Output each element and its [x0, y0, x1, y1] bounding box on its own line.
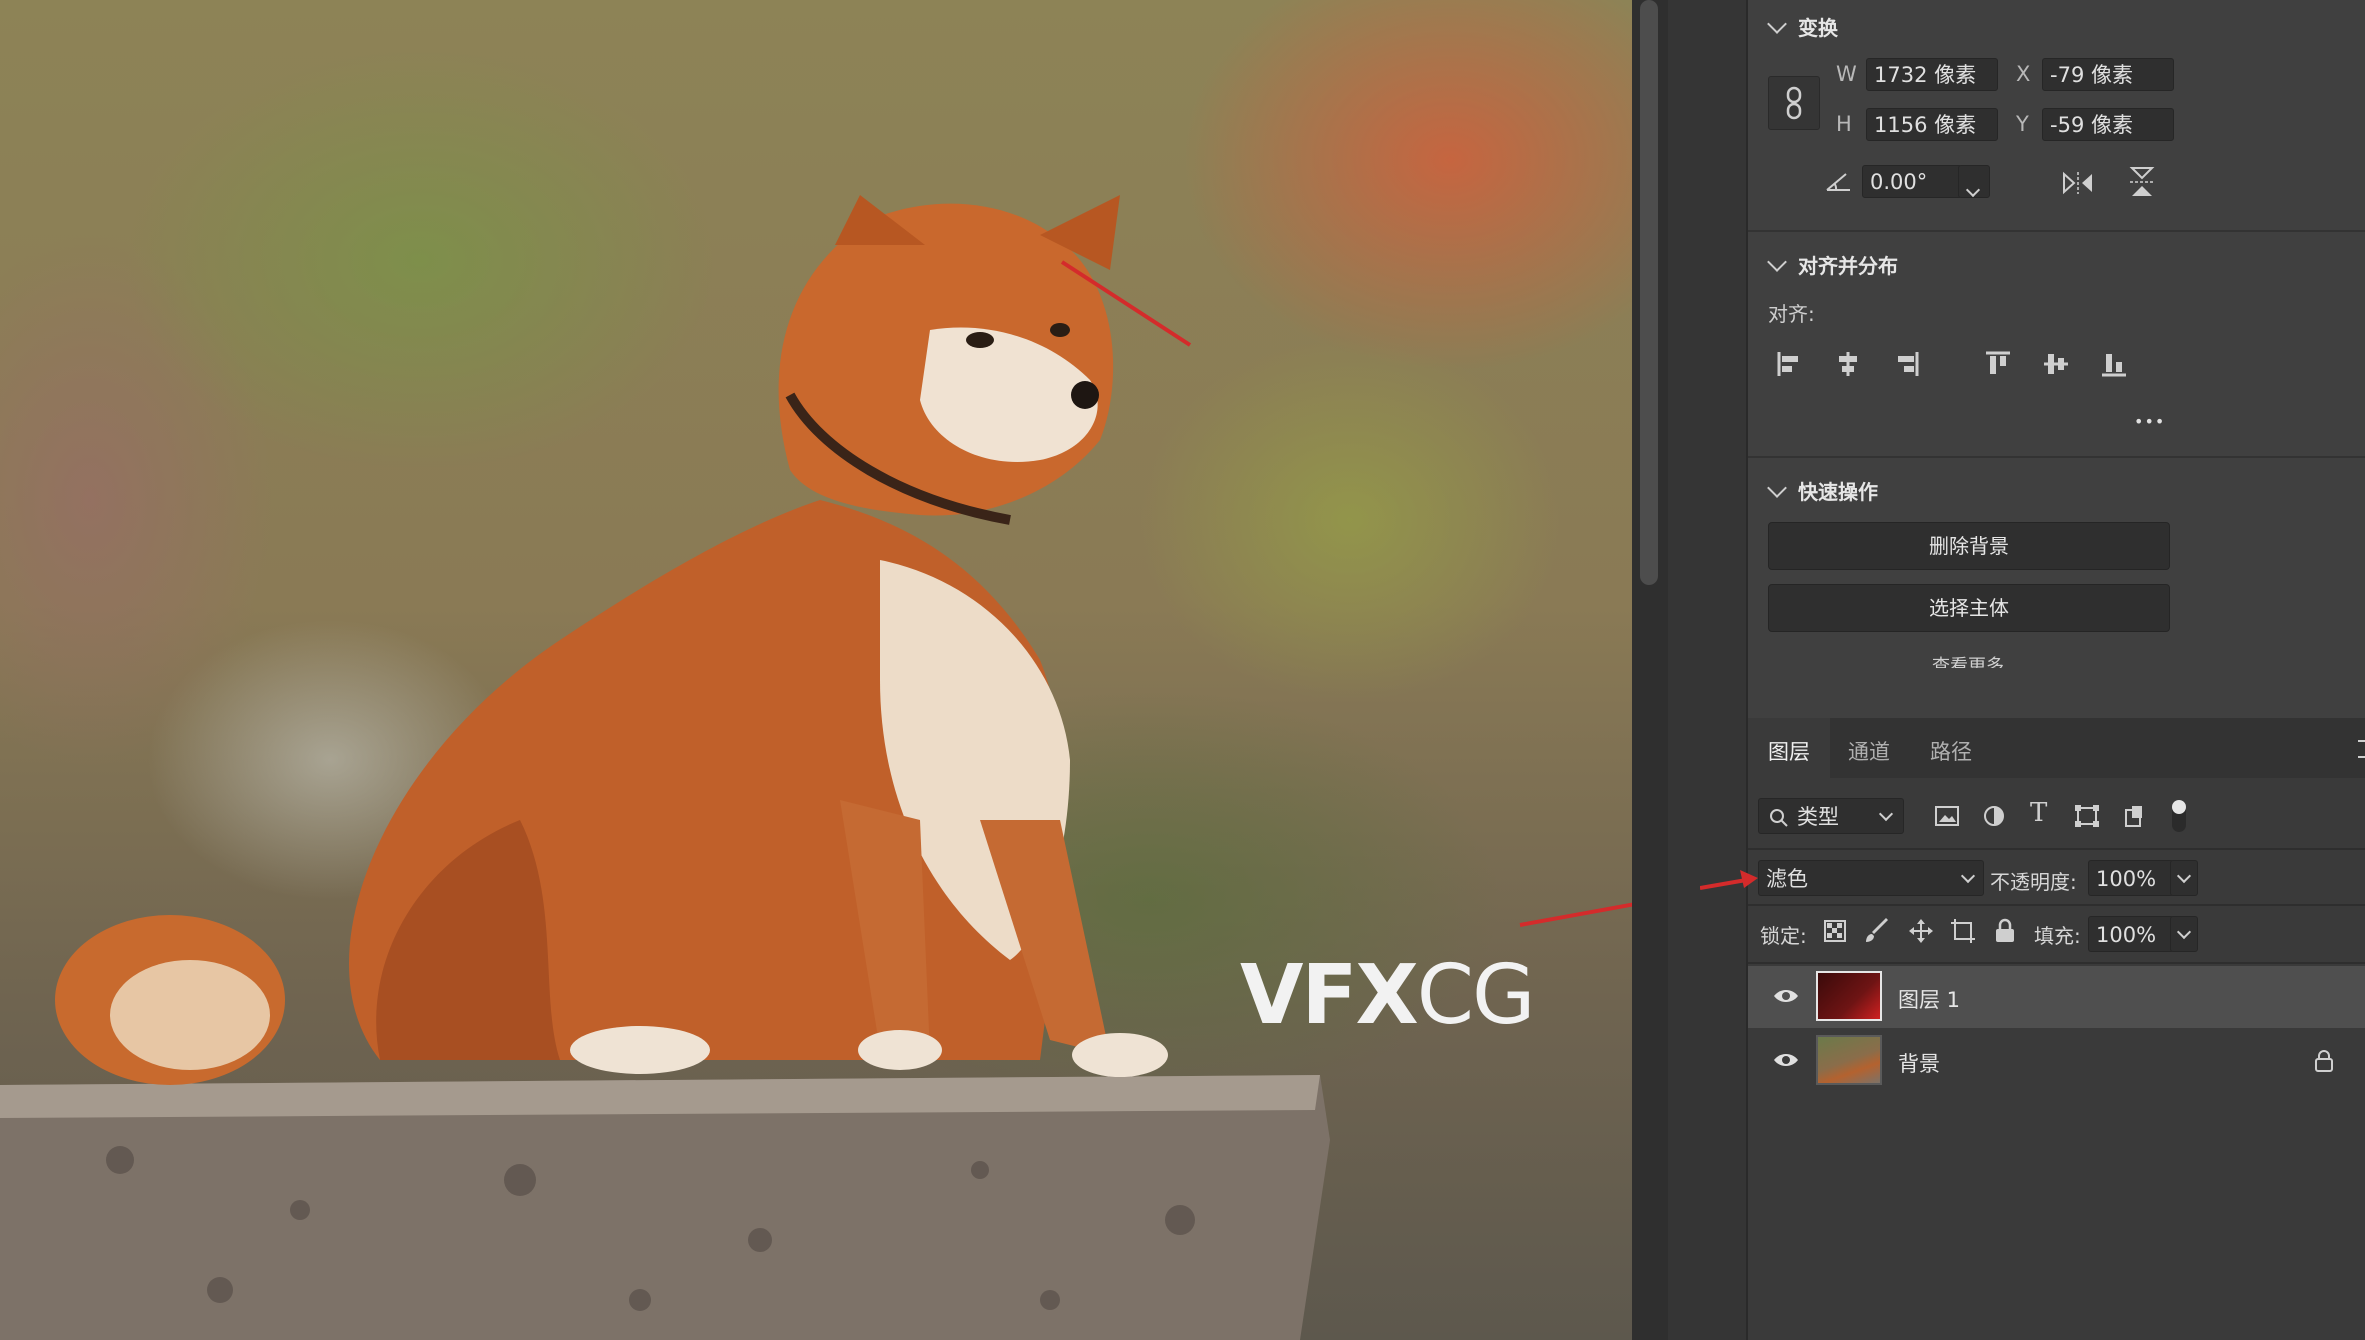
lock-image-pixels-brush-icon[interactable] [1864, 918, 1890, 944]
fill-label: 填充: [2034, 924, 2081, 948]
layer-row-layer1[interactable]: 图层 1 [1748, 966, 2365, 1028]
filter-smart-objects-icon[interactable] [2122, 804, 2146, 828]
chevron-down-icon [2176, 924, 2192, 940]
align-top-edges-icon[interactable] [1984, 350, 2012, 378]
layers-tab-bar [1748, 718, 2365, 778]
align-label: 对齐: [1768, 302, 1815, 326]
panel-menu-icon[interactable] [2358, 740, 2365, 758]
properties-panel: 变换 W 1732 像素 X -79 像素 H 1156 像素 Y -59 像素… [1746, 0, 2365, 1340]
align-right-edges-icon[interactable] [1892, 350, 1920, 378]
filter-kind-label: 类型 [1797, 805, 1839, 829]
view-more-link[interactable]: 查看更多 [1768, 652, 2168, 668]
section-divider [1748, 230, 2365, 232]
panel-dock-gutter [1668, 0, 1746, 1340]
layer-row-background[interactable]: 背景 [1748, 1030, 2365, 1092]
filter-adjustment-layers-icon[interactable] [1982, 804, 2006, 828]
align-vertical-centers-icon[interactable] [2042, 350, 2070, 378]
more-options-icon[interactable]: ••• [2134, 412, 2165, 431]
lock-artboard-icon[interactable] [1950, 918, 1976, 944]
angle-dropdown-button[interactable] [1958, 165, 1990, 198]
y-position-field[interactable]: -59 像素 [2042, 108, 2174, 141]
lock-all-icon[interactable] [1994, 918, 2016, 944]
width-field[interactable]: 1732 像素 [1866, 58, 1998, 91]
layer-thumbnail-red [1816, 971, 1882, 1021]
filter-type-layers-icon[interactable]: T [2030, 798, 2047, 828]
tab-paths[interactable]: 路径 [1930, 736, 1972, 766]
photo-shiba-dog [0, 195, 1632, 1340]
x-position-field[interactable]: -79 像素 [2042, 58, 2174, 91]
annotation-arrow-blend-mode [1700, 870, 1758, 890]
toggle-knob [2172, 800, 2186, 814]
height-label: H [1836, 112, 1852, 136]
link-dimensions-button[interactable] [1768, 76, 1820, 130]
chevron-down-icon [1965, 182, 1981, 198]
chevron-down-icon [1767, 252, 1787, 272]
section-divider [1748, 904, 2365, 906]
flip-vertical-icon[interactable] [2128, 164, 2156, 200]
select-subject-button[interactable]: 选择主体 [1768, 584, 2170, 632]
section-divider [1748, 848, 2365, 850]
tab-layers[interactable]: 图层 [1768, 736, 1810, 766]
tab-channels[interactable]: 通道 [1848, 736, 1890, 766]
chevron-down-icon [1878, 806, 1894, 822]
layer-filter-kind-dropdown[interactable]: 类型 [1758, 798, 1904, 834]
chevron-down-icon [1960, 868, 1976, 884]
lock-transparent-pixels-icon[interactable] [1824, 920, 1846, 942]
section-divider [1748, 962, 2365, 964]
layer-name[interactable]: 背景 [1898, 1048, 1940, 1078]
remove-background-button[interactable]: 删除背景 [1768, 522, 2170, 570]
align-horizontal-centers-icon[interactable] [1834, 350, 1862, 378]
chain-link-icon [1786, 86, 1802, 120]
document-canvas[interactable]: VFXCG [0, 0, 1632, 1340]
filter-shape-layers-icon[interactable] [2074, 804, 2100, 828]
x-label: X [2016, 62, 2031, 86]
lock-position-move-icon[interactable] [1908, 918, 1934, 944]
layer-thumbnail-photo [1816, 1035, 1882, 1085]
opacity-slider-button[interactable] [2170, 860, 2198, 896]
vfxcg-watermark-logo: VFXCG [1240, 948, 1536, 1043]
transform-section-header[interactable]: 变换 [1767, 12, 1838, 41]
lock-icon [2315, 1050, 2333, 1072]
chevron-down-icon [2176, 868, 2192, 884]
y-label: Y [2016, 112, 2029, 136]
align-section-header[interactable]: 对齐并分布 [1767, 250, 1898, 279]
blend-mode-dropdown[interactable]: 滤色 [1758, 860, 1984, 896]
eye-visibility-icon[interactable] [1772, 986, 1800, 1006]
angle-icon [1826, 173, 1850, 191]
blend-mode-value: 滤色 [1766, 867, 1808, 891]
layers-panel: 图层 通道 路径 类型 T 滤色 不透明度: 100% 锁定: 填充: 100%… [1748, 718, 2365, 1340]
align-left-edges-icon[interactable] [1776, 350, 1804, 378]
scrollbar-thumb[interactable] [1640, 0, 1658, 585]
eye-visibility-icon[interactable] [1772, 1050, 1800, 1070]
search-icon [1770, 809, 1788, 827]
flip-horizontal-icon[interactable] [2060, 170, 2096, 196]
filter-pixel-layers-icon[interactable] [1934, 804, 1960, 828]
width-label: W [1836, 62, 1857, 86]
layer-name[interactable]: 图层 1 [1898, 984, 1960, 1014]
section-divider [1748, 456, 2365, 458]
rotation-angle-field[interactable]: 0.00° [1862, 165, 1962, 198]
quick-actions-section-header[interactable]: 快速操作 [1767, 476, 1878, 505]
filter-toggle-switch[interactable] [2172, 800, 2186, 832]
opacity-label: 不透明度: [1990, 870, 2077, 894]
chevron-down-icon [1767, 478, 1787, 498]
fill-field[interactable]: 100% [2088, 916, 2174, 952]
height-field[interactable]: 1156 像素 [1866, 108, 1998, 141]
lock-label: 锁定: [1760, 924, 1807, 948]
align-bottom-edges-icon[interactable] [2100, 350, 2128, 378]
fill-slider-button[interactable] [2170, 916, 2198, 952]
opacity-field[interactable]: 100% [2088, 860, 2174, 896]
chevron-down-icon [1767, 14, 1787, 34]
